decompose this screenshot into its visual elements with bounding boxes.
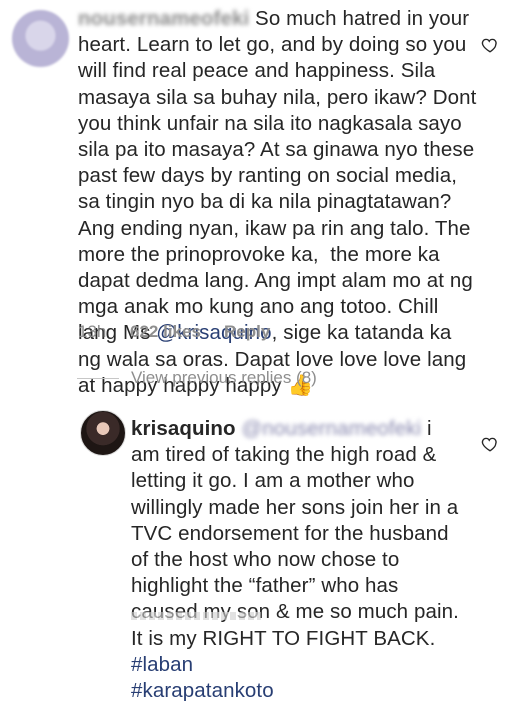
avatar[interactable]: [80, 410, 126, 456]
comment-text: krisaquino @nousernameofeki i am tired o…: [131, 417, 465, 703]
likes-count[interactable]: 622 likes: [130, 322, 224, 342]
hashtag-link[interactable]: #karapatankoto: [131, 679, 274, 702]
hashtag-link[interactable]: #laban: [131, 653, 193, 676]
avatar[interactable]: [12, 10, 69, 67]
view-previous-replies[interactable]: View previous replies (8): [77, 368, 477, 388]
view-replies-label[interactable]: View previous replies (8): [131, 368, 317, 388]
comment-meta: 13h 622 likes Reply: [78, 322, 270, 342]
comment-time: 13h: [78, 322, 107, 341]
reply-button[interactable]: Reply: [224, 322, 270, 342]
comment-username[interactable]: krisaquino: [131, 417, 236, 440]
comment-username[interactable]: nousernameofeki: [78, 7, 249, 30]
mention-link[interactable]: @nousernameofeki: [241, 417, 421, 440]
cropped-meta-row: [131, 612, 261, 620]
heart-icon[interactable]: [481, 36, 499, 54]
heart-icon[interactable]: [481, 435, 499, 453]
divider-line: [77, 377, 119, 379]
